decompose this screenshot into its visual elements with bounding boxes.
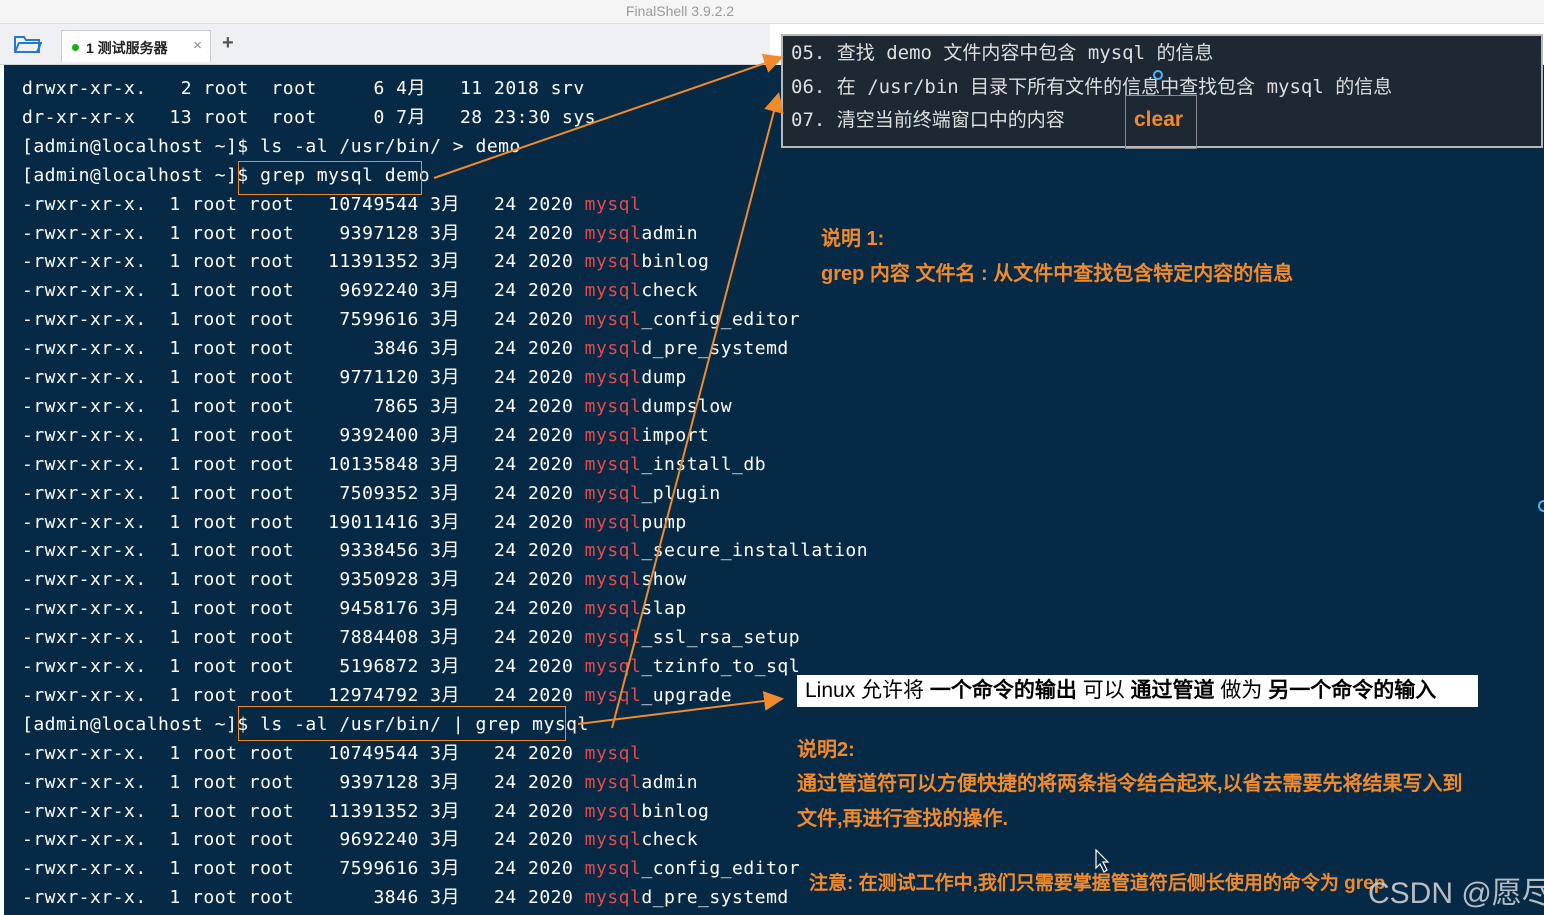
- annotation-arrows: [433, 53, 1110, 873]
- resize-handle-icon[interactable]: [1538, 500, 1544, 512]
- arrow-pipe-to-banner: [577, 691, 784, 725]
- arrow-pipe-to-note06: [611, 92, 784, 729]
- arrow-grep-to-note05: [433, 53, 784, 179]
- mouse-cursor-icon: [1095, 848, 1110, 873]
